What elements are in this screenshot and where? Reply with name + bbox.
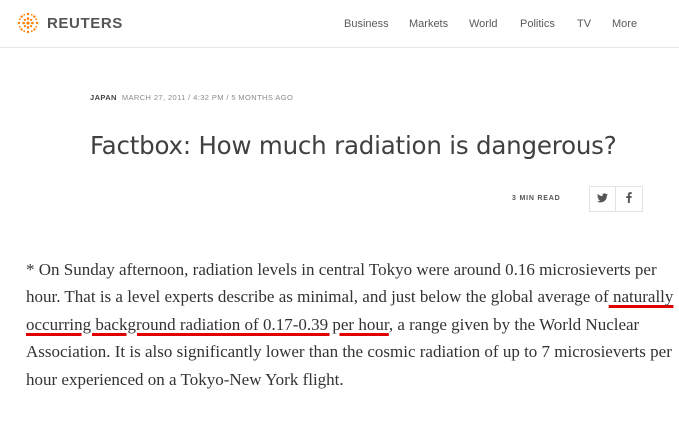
article-paragraph: * On Sunday afternoon, radiation levels … (26, 256, 676, 393)
nav-item-markets[interactable]: Markets (409, 17, 448, 31)
nav-item-more[interactable]: More (612, 17, 637, 31)
facebook-icon (626, 192, 632, 206)
main-nav: Business Markets World Politics TV More (0, 17, 679, 31)
article-headline: Factbox: How much radiation is dangerous… (90, 131, 617, 160)
twitter-icon (597, 192, 608, 206)
site-header: REUTERS Business Markets World Politics … (0, 0, 679, 48)
article-dateline: JAPAN MARCH 27, 2011 / 4:32 PM / 5 MONTHS… (90, 93, 293, 102)
dateline-text: MARCH 27, 2011 / 4:32 PM / 5 MONTHS AGO (121, 93, 294, 102)
section-link[interactable]: JAPAN (90, 93, 117, 102)
nav-item-tv[interactable]: TV (577, 17, 591, 31)
share-buttons (589, 186, 643, 212)
facebook-share-button[interactable] (616, 186, 643, 212)
nav-item-business[interactable]: Business (344, 17, 389, 31)
paragraph-text-before: * On Sunday afternoon, radiation levels … (26, 260, 657, 307)
nav-item-world[interactable]: World (469, 17, 498, 31)
read-time: 3 MIN READ (512, 195, 561, 202)
twitter-share-button[interactable] (589, 186, 616, 212)
nav-item-politics[interactable]: Politics (520, 17, 555, 31)
